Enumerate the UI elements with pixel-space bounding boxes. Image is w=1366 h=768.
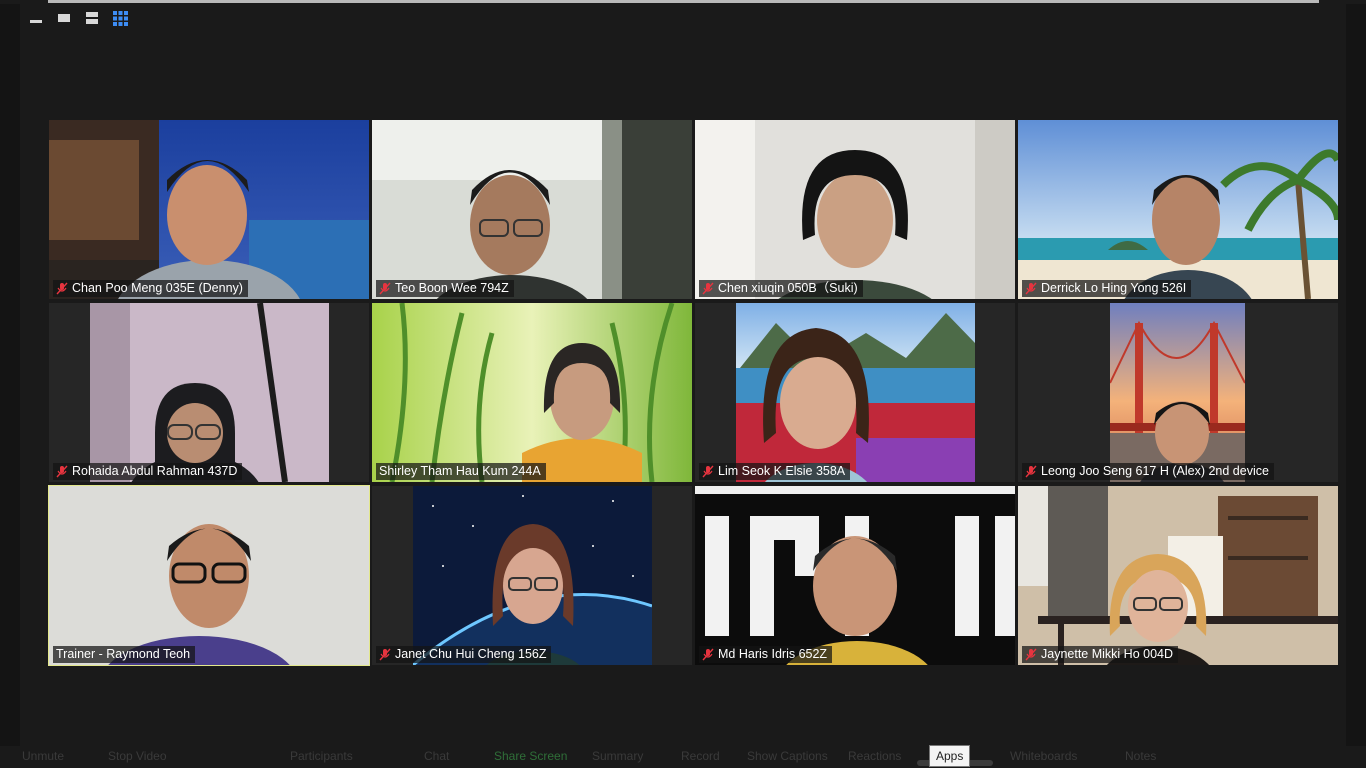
- view-controls: [26, 10, 130, 26]
- chat-button[interactable]: Chat: [424, 749, 449, 763]
- name-label: Chen xiuqin 050B（Suki): [699, 280, 863, 297]
- muted-mic-icon: [56, 465, 68, 478]
- name-label: Lim Seok K Elsie 358A: [699, 463, 851, 480]
- video-feed: [695, 486, 1015, 665]
- participant-name: Leong Joo Seng 617 H (Alex) 2nd device: [1041, 464, 1269, 478]
- participant-tile[interactable]: Shirley Tham Hau Kum 244A: [372, 303, 692, 482]
- video-feed: [736, 303, 975, 482]
- muted-mic-icon: [702, 465, 714, 478]
- apps-tooltip: Apps: [929, 745, 971, 767]
- muted-mic-icon: [702, 648, 714, 661]
- participant-name: Md Haris Idris 652Z: [718, 647, 828, 661]
- reactions-button[interactable]: Reactions: [848, 749, 901, 763]
- participant-name: Trainer - Raymond Teoh: [56, 647, 191, 661]
- participant-tile[interactable]: Lim Seok K Elsie 358A: [695, 303, 1015, 482]
- speaker-view-button[interactable]: [54, 10, 74, 26]
- video-feed: [372, 120, 692, 299]
- name-label: Rohaida Abdul Rahman 437D: [53, 463, 243, 480]
- muted-mic-icon: [702, 282, 714, 295]
- participants-button[interactable]: Participants: [290, 749, 353, 763]
- video-feed: [49, 486, 369, 665]
- participant-name: Teo Boon Wee 794Z: [395, 281, 509, 295]
- name-label: Shirley Tham Hau Kum 244A: [376, 463, 546, 480]
- stacked-view-button[interactable]: [82, 10, 102, 26]
- participant-name: Chen xiuqin 050B（Suki): [718, 281, 858, 295]
- name-label: Leong Joo Seng 617 H (Alex) 2nd device: [1022, 463, 1274, 480]
- participant-tile[interactable]: Leong Joo Seng 617 H (Alex) 2nd device: [1018, 303, 1338, 482]
- stop-video-button[interactable]: Stop Video: [108, 749, 167, 763]
- participant-tile[interactable]: Chan Poo Meng 035E (Denny): [49, 120, 369, 299]
- participant-name: Lim Seok K Elsie 358A: [718, 464, 846, 478]
- summary-button[interactable]: Summary: [592, 749, 643, 763]
- name-label: Jaynette Mikki Ho 004D: [1022, 646, 1179, 663]
- meeting-toolbar: Unmute Stop Video Participants Chat Shar…: [0, 746, 1366, 768]
- participant-name: Derrick Lo Hing Yong 526I: [1041, 281, 1187, 295]
- unmute-button[interactable]: Unmute: [22, 749, 64, 763]
- show-captions-button[interactable]: Show Captions: [747, 749, 828, 763]
- video-feed: [372, 303, 692, 482]
- name-label: Teo Boon Wee 794Z: [376, 280, 514, 297]
- video-feed: [1018, 486, 1338, 665]
- notes-button[interactable]: Notes: [1125, 749, 1156, 763]
- participant-name: Shirley Tham Hau Kum 244A: [379, 464, 541, 478]
- name-label: Janet Chu Hui Cheng 156Z: [376, 646, 552, 663]
- muted-mic-icon: [1025, 282, 1037, 295]
- gallery-view-button[interactable]: [110, 10, 130, 26]
- gallery-grid: Chan Poo Meng 035E (Denny) Teo Boon Wee …: [48, 120, 1341, 668]
- participant-name: Jaynette Mikki Ho 004D: [1041, 647, 1174, 661]
- video-feed: [413, 486, 652, 665]
- name-label: Trainer - Raymond Teoh: [53, 646, 196, 663]
- top-edge: [0, 0, 1366, 4]
- muted-mic-icon: [1025, 648, 1037, 661]
- participant-tile[interactable]: Derrick Lo Hing Yong 526I: [1018, 120, 1338, 299]
- muted-mic-icon: [56, 282, 68, 295]
- top-scroll-bar: [48, 0, 1319, 3]
- participant-tile[interactable]: Teo Boon Wee 794Z: [372, 120, 692, 299]
- stack-icon: [86, 12, 98, 24]
- share-screen-button[interactable]: Share Screen: [494, 749, 567, 763]
- participant-tile[interactable]: Chen xiuqin 050B（Suki): [695, 120, 1015, 299]
- participant-tile[interactable]: Janet Chu Hui Cheng 156Z: [372, 486, 692, 665]
- video-feed: [695, 120, 1015, 299]
- muted-mic-icon: [379, 648, 391, 661]
- participant-tile[interactable]: Jaynette Mikki Ho 004D: [1018, 486, 1338, 665]
- whiteboards-button[interactable]: Whiteboards: [1010, 749, 1077, 763]
- video-feed: [1018, 120, 1338, 299]
- participant-tile[interactable]: Rohaida Abdul Rahman 437D: [49, 303, 369, 482]
- video-feed: [1110, 303, 1245, 482]
- name-label: Derrick Lo Hing Yong 526I: [1022, 280, 1192, 297]
- window-left-edge: [0, 0, 20, 768]
- video-feed: [90, 303, 329, 482]
- single-window-icon: [58, 14, 70, 22]
- minus-icon: [30, 20, 42, 23]
- muted-mic-icon: [379, 282, 391, 295]
- participant-name: Chan Poo Meng 035E (Denny): [72, 281, 243, 295]
- record-button[interactable]: Record: [681, 749, 720, 763]
- participant-name: Janet Chu Hui Cheng 156Z: [395, 647, 547, 661]
- participant-tile[interactable]: Md Haris Idris 652Z: [695, 486, 1015, 665]
- name-label: Md Haris Idris 652Z: [699, 646, 833, 663]
- participant-name: Rohaida Abdul Rahman 437D: [72, 464, 238, 478]
- window-right-edge: [1346, 0, 1366, 768]
- video-feed: [49, 120, 369, 299]
- muted-mic-icon: [1025, 465, 1037, 478]
- grid-icon: [112, 10, 128, 26]
- participant-tile-active-speaker[interactable]: Trainer - Raymond Teoh: [48, 485, 370, 666]
- name-label: Chan Poo Meng 035E (Denny): [53, 280, 248, 297]
- minimize-view-button[interactable]: [26, 10, 46, 26]
